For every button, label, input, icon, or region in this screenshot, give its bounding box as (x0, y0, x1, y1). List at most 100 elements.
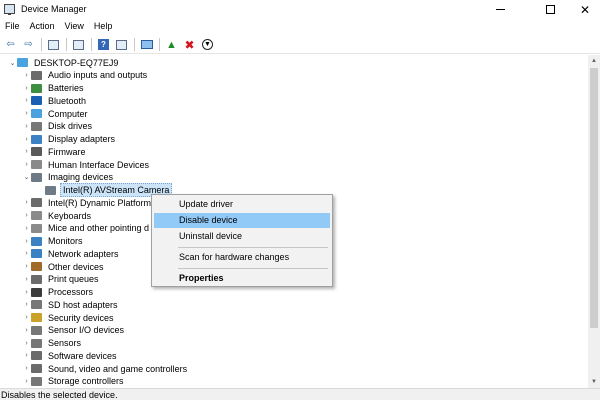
chevron-right-icon[interactable]: › (22, 327, 31, 334)
toolbar: ⇦ ⇨? ▲ ✖ ▼ (0, 36, 600, 54)
minimize-button[interactable] (480, 0, 520, 19)
tree-item[interactable]: › Network adapters (22, 247, 121, 260)
chevron-right-icon[interactable]: › (22, 289, 31, 296)
tree-item[interactable]: › Batteries (22, 82, 86, 95)
firmware-icon (31, 147, 42, 157)
tree-item-label: Security devices (48, 312, 114, 323)
chevron-right-icon[interactable]: › (22, 72, 31, 79)
menu-file[interactable]: File (4, 19, 25, 35)
tree-item[interactable]: › Software devices (22, 349, 119, 362)
disk-drive-icon (31, 121, 42, 131)
chevron-down-icon[interactable]: ⌄ (8, 59, 17, 67)
scan-monitor-button[interactable] (139, 38, 154, 52)
chevron-right-icon[interactable]: › (22, 123, 31, 130)
tree-item[interactable]: › Print queues (22, 273, 101, 286)
scroll-thumb[interactable] (590, 68, 598, 328)
device-view-icon (73, 39, 84, 50)
monitor-icon (31, 236, 42, 246)
tree-item[interactable]: › Human Interface Devices (22, 158, 151, 171)
ctx-scan-hardware[interactable]: Scan for hardware changes (154, 250, 330, 265)
ctx-disable-device[interactable]: Disable device (154, 213, 330, 228)
ctx-properties[interactable]: Properties (154, 271, 330, 286)
close-button[interactable]: ✕ (565, 0, 600, 19)
maximize-button[interactable] (530, 0, 570, 19)
tree-item-label: Bluetooth (48, 95, 87, 106)
chevron-right-icon[interactable]: › (22, 250, 31, 257)
properties-sheet-button[interactable] (46, 38, 61, 52)
chevron-right-icon[interactable]: › (22, 276, 31, 283)
tree-item[interactable]: › Mice and other pointing d (22, 222, 151, 235)
chevron-right-icon[interactable]: › (22, 365, 31, 372)
chevron-right-icon[interactable]: › (22, 314, 31, 321)
tree-item-label: DESKTOP-EQ77EJ9 (34, 57, 119, 68)
tree-item[interactable]: › Sensors (22, 337, 83, 350)
menu-help[interactable]: Help (93, 19, 118, 35)
chevron-right-icon[interactable]: › (22, 110, 31, 117)
tree-item-label: Other devices (48, 261, 104, 272)
scroll-down-icon[interactable]: ▼ (588, 376, 600, 388)
tree-item[interactable]: › Computer (22, 107, 90, 120)
toolbar-separator (41, 38, 42, 51)
tree-item-label: SD host adapters (48, 299, 118, 310)
tree-item[interactable]: › Security devices (22, 311, 116, 324)
tree-item[interactable]: › Firmware (22, 145, 88, 158)
tree-item-label: Network adapters (48, 248, 119, 259)
tree-item-label: Sound, video and game controllers (48, 363, 188, 374)
tree-item[interactable]: › Processors (22, 286, 95, 299)
tree-item-label: Processors (48, 287, 94, 297)
chevron-right-icon[interactable]: › (22, 212, 31, 219)
help-button[interactable]: ? (96, 38, 111, 52)
tree-item[interactable]: › Disk drives (22, 120, 94, 133)
scroll-up-icon[interactable]: ▲ (588, 55, 600, 67)
chevron-right-icon[interactable]: › (22, 225, 31, 232)
menu-bar: File Action View Help (0, 19, 600, 35)
chevron-right-icon[interactable]: › (22, 148, 31, 155)
vertical-scrollbar[interactable]: ▲ ▼ (588, 55, 600, 388)
chevron-right-icon[interactable]: › (22, 85, 31, 92)
chevron-right-icon[interactable]: › (22, 161, 31, 168)
forward-arrow-icon: ⇨ (24, 39, 33, 50)
forward-arrow-button[interactable]: ⇨ (21, 38, 36, 52)
toolbar-separator (159, 38, 160, 51)
tree-item[interactable]: › Storage controllers (22, 375, 126, 388)
tree-item[interactable]: › Bluetooth (22, 94, 88, 107)
view-pane-button[interactable] (114, 38, 129, 52)
tree-item[interactable]: ⌄ Imaging devices (22, 171, 115, 184)
uninstall-red-x-button[interactable]: ✖ (182, 38, 197, 52)
update-driver-button[interactable]: ▲ (164, 38, 179, 52)
tree-item[interactable]: ⌄ DESKTOP-EQ77EJ9 (8, 56, 120, 69)
menu-action[interactable]: Action (29, 19, 60, 35)
tree-item[interactable]: › Intel(R) Dynamic Platform (22, 196, 153, 209)
disable-device-button[interactable]: ▼ (200, 38, 215, 52)
tree-item-label: Computer (48, 108, 88, 119)
chevron-right-icon[interactable]: › (22, 199, 31, 206)
tree-item[interactable]: › Other devices (22, 260, 106, 273)
chevron-right-icon[interactable]: › (22, 352, 31, 359)
chevron-right-icon[interactable]: › (22, 136, 31, 143)
tree-item[interactable]: › Audio inputs and outputs (22, 69, 149, 82)
audio-icon (31, 70, 42, 80)
tree-item-label: Firmware (48, 146, 86, 157)
tree-item-label: Audio inputs and outputs (48, 70, 148, 81)
chevron-down-icon[interactable]: ⌄ (22, 173, 31, 181)
tree-item[interactable]: › Monitors (22, 235, 85, 248)
ctx-update-driver[interactable]: Update driver (154, 197, 330, 212)
back-arrow-button[interactable]: ⇦ (3, 38, 18, 52)
properties-sheet-icon (48, 39, 59, 50)
chevron-right-icon[interactable]: › (22, 340, 31, 347)
chevron-right-icon[interactable]: › (22, 378, 31, 385)
chevron-right-icon[interactable]: › (22, 301, 31, 308)
tree-item[interactable]: › Display adapters (22, 133, 117, 146)
tree-item-label: Storage controllers (48, 376, 124, 387)
tree-item[interactable]: › Keyboards (22, 209, 93, 222)
menu-view[interactable]: View (64, 19, 89, 35)
chevron-right-icon[interactable]: › (22, 97, 31, 104)
device-view-button[interactable] (71, 38, 86, 52)
chevron-right-icon[interactable]: › (22, 263, 31, 270)
ctx-uninstall-device[interactable]: Uninstall device (154, 229, 330, 244)
tree-item[interactable]: › SD host adapters (22, 298, 120, 311)
tree-item-label: Mice and other pointing d (48, 223, 150, 234)
chevron-right-icon[interactable]: › (22, 238, 31, 245)
tree-item[interactable]: › Sensor I/O devices (22, 324, 126, 337)
tree-item[interactable]: › Sound, video and game controllers (22, 362, 189, 375)
